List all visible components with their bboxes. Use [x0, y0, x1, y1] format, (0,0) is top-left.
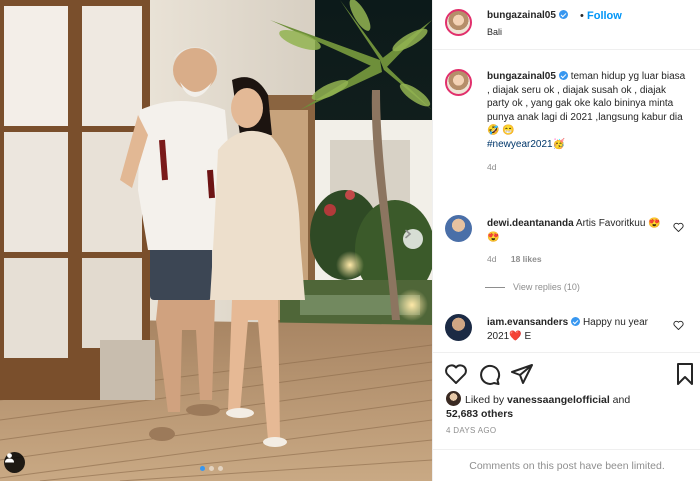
likes-conjunction: and [612, 394, 631, 406]
commenter-avatar[interactable] [445, 215, 472, 242]
commenter-avatar[interactable] [445, 314, 472, 341]
comment-username[interactable]: iam.evansanders [487, 317, 568, 328]
caption-hashtag[interactable]: #newyear2021 [487, 139, 553, 150]
verified-badge-icon [558, 10, 568, 19]
next-photo-button[interactable] [403, 229, 423, 249]
caption-hashtag-emoji: 🥳 [552, 138, 566, 150]
paper-plane-icon[interactable] [510, 362, 534, 386]
comment-likes[interactable]: 18 likes [511, 254, 542, 264]
comment-like-heart-icon[interactable] [673, 222, 684, 232]
heart-icon[interactable] [444, 362, 468, 386]
user-tag-button[interactable] [4, 452, 25, 473]
post-details-panel: bungazainal05 • Follow Bali bungazainal0… [432, 0, 700, 481]
author-username[interactable]: bungazainal05 [487, 10, 556, 21]
carousel-indicator [200, 466, 223, 471]
carousel-dot [218, 466, 223, 471]
verified-badge-icon [571, 317, 581, 326]
verified-badge-icon [558, 71, 568, 80]
carousel-dot [209, 466, 214, 471]
comment-username[interactable]: dewi.deantananda [487, 218, 574, 229]
separator-dot: • [580, 10, 584, 22]
comments-limited-notice: Comments on this post have been limited. [433, 449, 700, 481]
comment-age: 4d [487, 254, 497, 264]
comment-heart-emoji: ❤️ [509, 330, 522, 342]
post-header: bungazainal05 • Follow Bali [433, 0, 700, 50]
author-avatar[interactable] [445, 9, 472, 36]
view-replies-label: View replies (10) [513, 282, 580, 292]
comment-like-heart-icon[interactable] [673, 320, 684, 330]
likes-others-count[interactable]: 52,683 others [446, 408, 513, 420]
caption: bungazainal05 teman hidup yg luar biasa … [487, 70, 687, 172]
post-photo[interactable] [0, 0, 432, 481]
post-actions: Liked by vanessaangelofficial and 52,683… [433, 352, 700, 481]
liker-avatar[interactable] [446, 391, 461, 406]
comment: iam.evansanders Happy nu year 2021❤️ E [487, 316, 667, 343]
view-replies-button[interactable]: View replies (10) [485, 282, 580, 292]
liker-username[interactable]: vanessaangelofficial [507, 394, 610, 406]
caption-username[interactable]: bungazainal05 [487, 71, 556, 82]
post-date[interactable]: 4 DAYS AGO [446, 426, 496, 435]
likes-summary: Liked by vanessaangelofficial and 52,683… [446, 391, 630, 421]
comment-extra-text: E [524, 330, 532, 342]
comment-icon[interactable] [477, 362, 501, 386]
post-location[interactable]: Bali [487, 27, 502, 37]
carousel-dot [200, 466, 205, 471]
comment: dewi.deantananda Artis Favoritkuu 😍😍 4d … [487, 217, 667, 264]
user-tag-icon [5, 453, 14, 463]
author-name-row: bungazainal05 [487, 10, 568, 21]
comments-list: bungazainal05 teman hidup yg luar biasa … [433, 50, 700, 350]
likes-prefix: Liked by [465, 394, 505, 406]
caption-avatar[interactable] [445, 69, 472, 96]
bookmark-icon[interactable] [673, 362, 697, 386]
caption-age: 4d [487, 162, 497, 172]
chevron-right-icon [405, 229, 412, 239]
photo-illustration [0, 0, 432, 481]
follow-button[interactable]: Follow [587, 10, 622, 22]
